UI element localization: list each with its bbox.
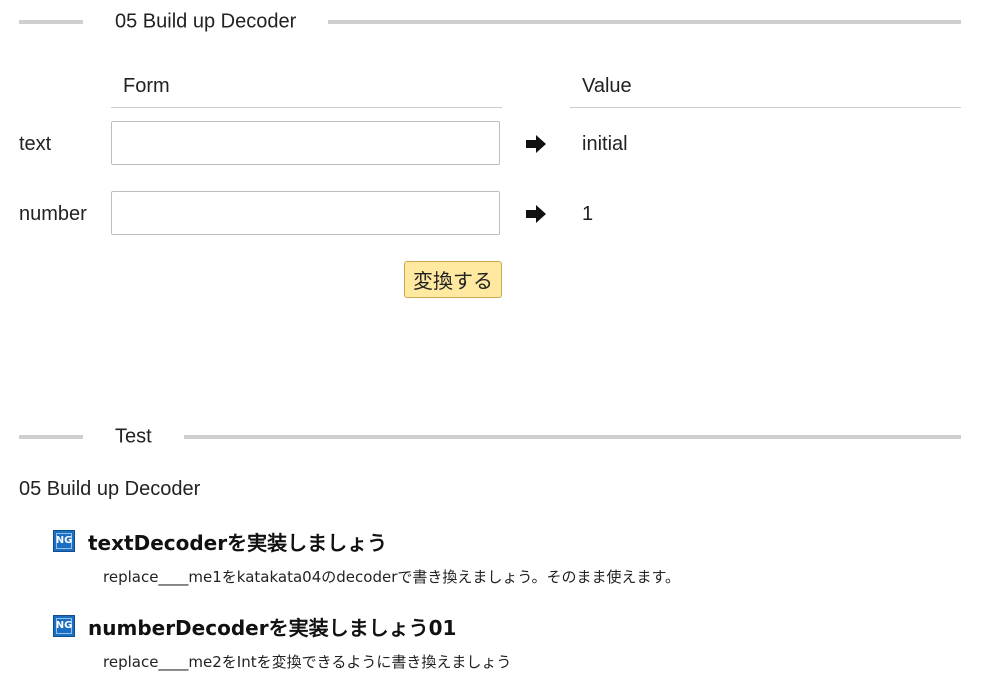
test-section-title: Test [115,425,152,448]
number-row-label: number [19,203,87,225]
test-case-description: replace____me1をkatakata04のdecoderで書き換えまし… [103,568,680,586]
form-section-header: 05 Build up Decoder [19,7,961,37]
text-value: initial [582,133,628,155]
form-column-header: Form [123,75,170,97]
right-arrow-icon [526,135,546,153]
form-section-title: 05 Build up Decoder [115,10,297,33]
text-row-label: text [19,133,52,155]
test-suite-name: 05 Build up Decoder [19,478,201,500]
page: 05 Build up Decoder Form Value text init… [0,0,985,692]
test-case-description: replace____me2をIntを変換できるように書き換えましょう [103,653,512,671]
value-column-rule [570,107,961,108]
test-case-title: numberDecoderを実装しましょう01 [88,616,457,640]
ng-badge: NG [53,615,75,637]
divider-left [19,20,83,24]
divider-right [184,435,961,439]
value-column-header: Value [582,75,632,97]
test-case-title: textDecoderを実装しましょう [88,531,388,555]
convert-button[interactable]: 変換する [404,261,502,298]
text-input[interactable] [111,121,500,165]
divider-left [19,435,83,439]
number-value: 1 [582,203,594,225]
divider-right [328,20,961,24]
ng-badge: NG [53,530,75,552]
number-input[interactable] [111,191,500,235]
right-arrow-icon [526,205,546,223]
form-column-rule [111,107,502,108]
test-section-header: Test [19,422,961,452]
